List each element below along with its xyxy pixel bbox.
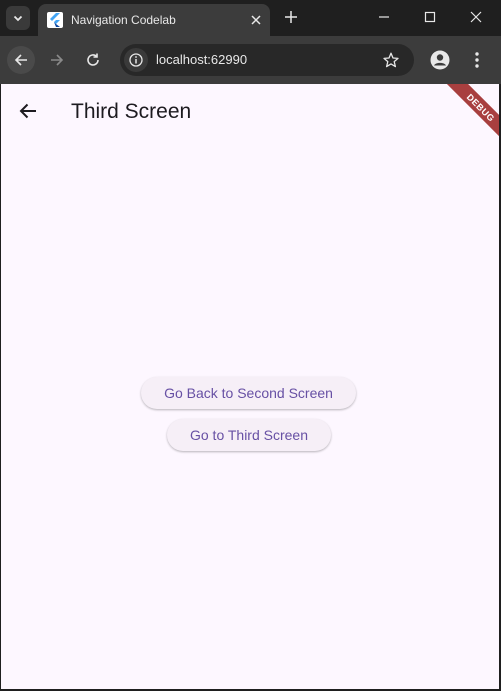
- browser-menu-button[interactable]: [466, 48, 488, 72]
- star-icon: [383, 52, 399, 68]
- app-back-button[interactable]: [13, 96, 43, 126]
- minimize-icon: [379, 16, 389, 18]
- browser-forward-button[interactable]: [43, 46, 71, 74]
- more-vert-icon: [475, 52, 479, 68]
- go-back-to-second-screen-button[interactable]: Go Back to Second Screen: [141, 377, 356, 409]
- bookmark-button[interactable]: [380, 49, 402, 71]
- profile-button[interactable]: [428, 48, 452, 72]
- page-title: Third Screen: [71, 100, 192, 123]
- tab-strip: Navigation Codelab: [0, 0, 501, 36]
- app-page: Third Screen DEBUG Go Back to Second Scr…: [1, 84, 499, 689]
- browser-back-button[interactable]: [7, 46, 35, 74]
- profile-icon: [430, 50, 450, 70]
- debug-banner-label: DEBUG: [440, 84, 499, 149]
- tab-search-button[interactable]: [6, 6, 30, 30]
- plus-icon: [285, 11, 297, 23]
- flutter-icon: [47, 12, 63, 28]
- maximize-icon: [424, 11, 436, 23]
- site-info-button[interactable]: [124, 48, 148, 72]
- arrow-back-icon: [19, 103, 36, 119]
- tab-title: Navigation Codelab: [71, 13, 176, 27]
- maximize-button[interactable]: [407, 0, 453, 34]
- browser-tab[interactable]: Navigation Codelab: [38, 4, 270, 36]
- info-icon: [129, 53, 143, 67]
- reload-icon: [87, 53, 99, 66]
- chevron-down-icon: [13, 15, 23, 22]
- window-close-button[interactable]: [453, 0, 499, 34]
- debug-banner: DEBUG: [419, 84, 499, 164]
- close-icon: [470, 11, 482, 23]
- minimize-button[interactable]: [361, 0, 407, 34]
- url-text[interactable]: localhost:62990: [156, 52, 247, 68]
- reload-button[interactable]: [79, 46, 107, 74]
- browser-toolbar: localhost:62990: [0, 36, 501, 84]
- arrow-left-icon: [14, 54, 27, 66]
- new-tab-button[interactable]: [280, 6, 302, 28]
- address-bar[interactable]: localhost:62990: [120, 44, 414, 76]
- go-to-third-screen-button[interactable]: Go to Third Screen: [167, 419, 331, 451]
- arrow-right-icon: [51, 54, 64, 66]
- tab-close-icon[interactable]: [246, 10, 266, 30]
